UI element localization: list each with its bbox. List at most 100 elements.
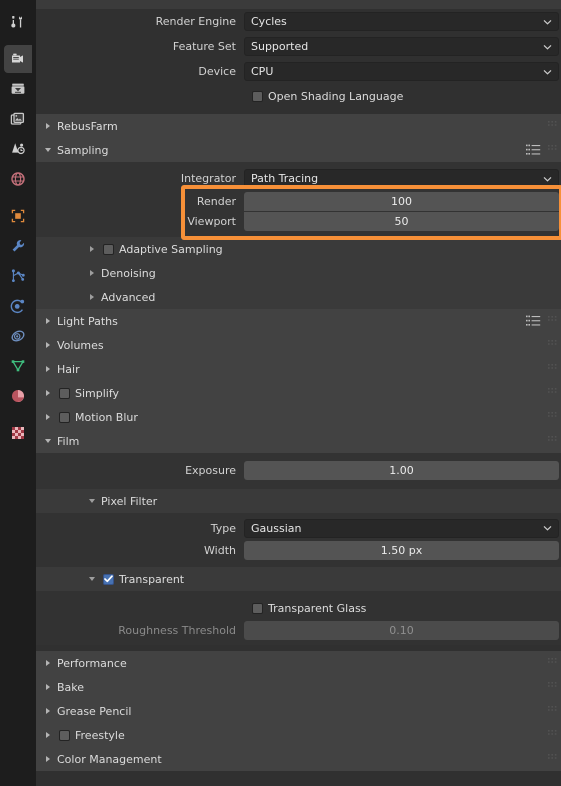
cone-droplet-icon <box>12 143 25 155</box>
tab-scene-properties[interactable] <box>4 135 32 163</box>
subpanel-pixel-filter[interactable]: Pixel Filter <box>36 489 561 513</box>
samples-render-value: 100 <box>391 194 412 208</box>
grip-dots-icon[interactable] <box>548 657 557 669</box>
physics-orbit-icon <box>10 299 25 314</box>
osl-label: Open Shading Language <box>268 89 404 103</box>
tab-render-properties[interactable] <box>4 45 32 73</box>
grip-dots-icon[interactable] <box>548 411 557 423</box>
grip-dots-icon[interactable] <box>548 681 557 693</box>
panel-sampling[interactable]: Sampling <box>36 138 561 162</box>
images-icon <box>10 112 25 125</box>
panel-freestyle-label: Freestyle <box>75 728 125 742</box>
chevron-right-icon <box>42 365 54 373</box>
chevron-right-icon <box>42 389 54 397</box>
tab-particle-properties[interactable] <box>4 262 32 290</box>
samples-render-field[interactable]: 100 <box>244 191 559 211</box>
grip-dots-icon[interactable] <box>548 339 557 351</box>
presets-list-icon[interactable] <box>526 144 541 156</box>
render-engine-dropdown[interactable]: Cycles <box>244 12 559 31</box>
exposure-value: 1.00 <box>389 463 414 477</box>
panel-film[interactable]: Film <box>36 429 561 453</box>
tab-physics-properties[interactable] <box>4 292 32 320</box>
grip-dots-icon[interactable] <box>548 705 557 717</box>
pixel-filter-width-field[interactable]: 1.50 px <box>244 540 559 560</box>
pixel-filter-width-label: Width <box>204 543 236 557</box>
tab-output-properties[interactable] <box>4 75 32 103</box>
samples-viewport-row: Viewport 50 <box>36 211 561 231</box>
adaptive-sampling-checkbox[interactable] <box>103 243 114 255</box>
grip-dots-icon[interactable] <box>548 753 557 765</box>
panel-color-management[interactable]: Color Management <box>36 747 561 771</box>
exposure-field[interactable]: 1.00 <box>244 460 559 480</box>
integrator-dropdown[interactable]: Path Tracing <box>244 169 559 188</box>
chevron-right-icon <box>42 659 54 667</box>
globe-icon <box>11 172 25 186</box>
panel-light-paths-label: Light Paths <box>57 314 118 328</box>
sampling-body: Integrator Path Tracing Render 100 Viewp… <box>36 162 561 309</box>
feature-set-dropdown[interactable]: Supported <box>244 37 559 56</box>
pixel-filter-type-row: Type Gaussian <box>36 517 561 539</box>
tab-object-data-properties[interactable] <box>4 352 32 380</box>
integrator-value: Path Tracing <box>251 172 319 185</box>
film-body: Exposure 1.00 Pixel Filter Type Gaussian… <box>36 453 561 645</box>
render-engine-value: Cycles <box>251 15 287 28</box>
integrator-row: Integrator Path Tracing <box>36 166 561 191</box>
panel-freestyle[interactable]: Freestyle <box>36 723 561 747</box>
device-dropdown[interactable]: CPU <box>244 62 559 81</box>
grip-dots-icon[interactable] <box>548 144 557 156</box>
tab-texture-properties[interactable] <box>4 419 32 447</box>
chevron-down-icon <box>42 146 54 154</box>
grip-dots-icon[interactable] <box>548 729 557 741</box>
samples-render-label: Render <box>196 194 236 208</box>
freestyle-checkbox[interactable] <box>59 729 70 741</box>
panel-grease-pencil[interactable]: Grease Pencil <box>36 699 561 723</box>
simplify-checkbox[interactable] <box>59 387 70 399</box>
chevron-right-icon <box>42 317 54 325</box>
presets-list-icon[interactable] <box>526 315 541 327</box>
tab-view-layer-properties[interactable] <box>4 105 32 133</box>
panel-rebusfarm[interactable]: RebusFarm <box>36 114 561 138</box>
panel-simplify-label: Simplify <box>75 386 120 400</box>
subpanel-transparent[interactable]: Transparent <box>36 567 561 591</box>
panel-hair[interactable]: Hair <box>36 357 561 381</box>
panel-light-paths[interactable]: Light Paths <box>36 309 561 333</box>
transparent-glass-label: Transparent Glass <box>268 601 367 615</box>
chevron-down-icon <box>543 44 552 50</box>
tab-material-properties[interactable] <box>4 382 32 410</box>
constraint-icon <box>11 330 25 342</box>
transparent-glass-row: Transparent Glass <box>36 597 561 619</box>
chevron-right-icon <box>86 269 98 277</box>
subpanel-denoising[interactable]: Denoising <box>36 261 561 285</box>
chevron-down-icon <box>86 575 98 583</box>
grip-dots-icon[interactable] <box>548 315 557 327</box>
samples-viewport-field[interactable]: 50 <box>244 211 559 231</box>
panel-motion-blur[interactable]: Motion Blur <box>36 405 561 429</box>
grip-dots-icon[interactable] <box>548 387 557 399</box>
chevron-right-icon <box>42 707 54 715</box>
subpanel-adaptive-sampling[interactable]: Adaptive Sampling <box>36 237 561 261</box>
motion-blur-checkbox[interactable] <box>59 411 70 423</box>
panel-hair-label: Hair <box>57 362 80 376</box>
feature-set-value: Supported <box>251 40 309 53</box>
grip-dots-icon[interactable] <box>548 363 557 375</box>
osl-checkbox[interactable] <box>252 90 263 102</box>
samples-viewport-value: 50 <box>394 214 409 228</box>
tab-constraint-properties[interactable] <box>4 322 32 350</box>
panel-simplify[interactable]: Simplify <box>36 381 561 405</box>
tab-object-properties[interactable] <box>4 202 32 230</box>
subpanel-advanced[interactable]: Advanced <box>36 285 561 309</box>
pixel-filter-type-dropdown[interactable]: Gaussian <box>244 518 559 538</box>
transparent-checkbox[interactable] <box>103 573 114 585</box>
tab-tool[interactable] <box>4 8 32 36</box>
chevron-right-icon <box>42 413 54 421</box>
panel-performance[interactable]: Performance <box>36 651 561 675</box>
grip-dots-icon[interactable] <box>548 435 557 447</box>
tab-world-properties[interactable] <box>4 165 32 193</box>
panel-motion-blur-label: Motion Blur <box>75 410 138 424</box>
checker-texture-icon <box>12 427 24 439</box>
grip-dots-icon[interactable] <box>548 120 557 132</box>
transparent-glass-checkbox[interactable] <box>252 602 263 614</box>
tab-modifier-properties[interactable] <box>4 232 32 260</box>
panel-bake[interactable]: Bake <box>36 675 561 699</box>
panel-volumes[interactable]: Volumes <box>36 333 561 357</box>
